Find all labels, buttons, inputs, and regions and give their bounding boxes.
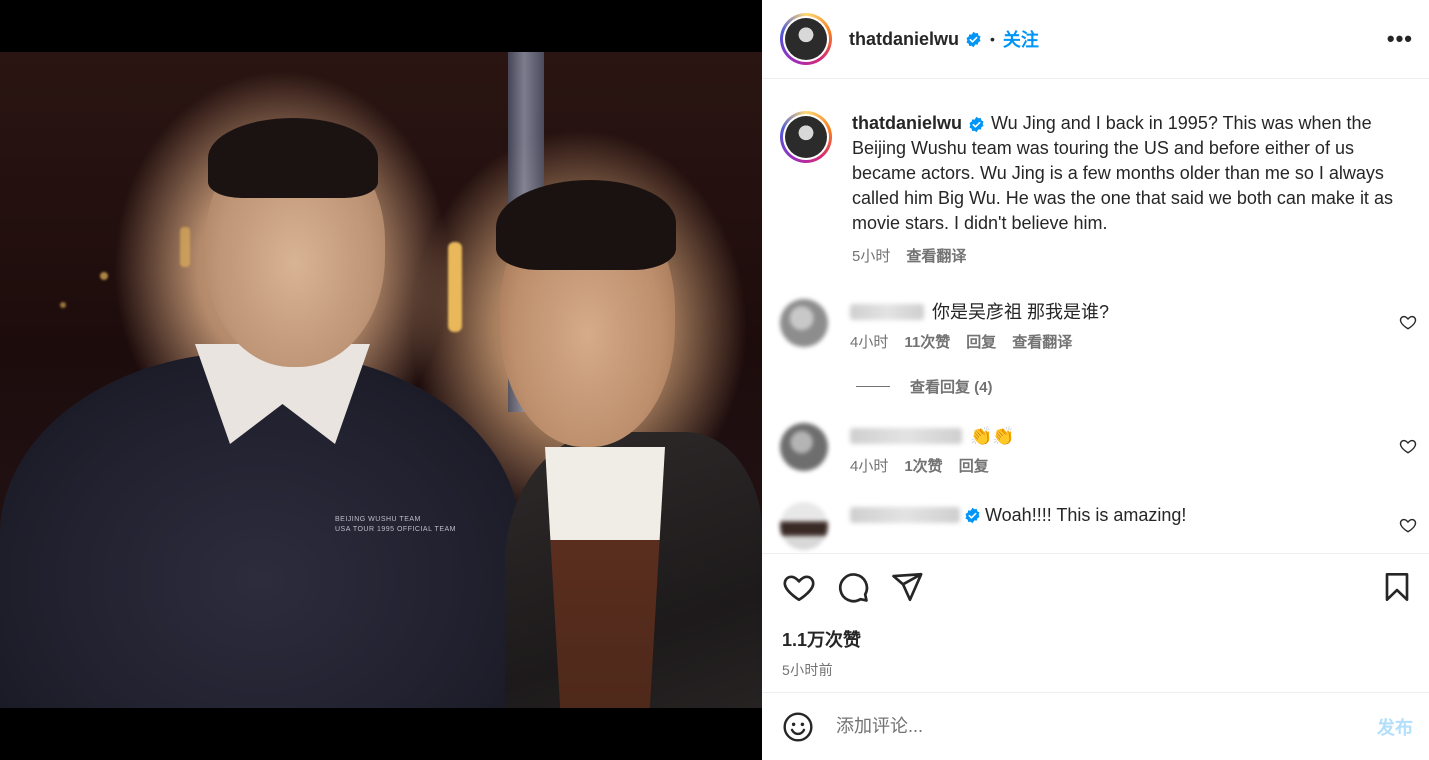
- bookmark-icon[interactable]: [1381, 571, 1413, 603]
- comment-like-heart-icon[interactable]: [1399, 516, 1417, 534]
- comment-translate-link[interactable]: 查看翻译: [1012, 331, 1072, 352]
- post-time: 5小时前: [782, 662, 833, 678]
- view-replies-label: 查看回复 (4): [910, 379, 993, 396]
- photo-person-right-hair: [496, 180, 676, 270]
- caption-time: 5小时: [852, 248, 891, 265]
- author-avatar[interactable]: [780, 13, 832, 65]
- photo-background-light: [100, 272, 108, 280]
- verified-badge-icon: [968, 116, 985, 133]
- comment-like-heart-icon[interactable]: [1399, 437, 1417, 455]
- photo-person-left-hair: [208, 118, 378, 198]
- more-horizontal-icon[interactable]: •••: [1387, 26, 1413, 52]
- comment-likes-count[interactable]: 1次赞: [904, 455, 942, 476]
- publish-button[interactable]: 发布: [1377, 714, 1413, 740]
- post-actions: 1.1万次赞 5小时前: [762, 553, 1429, 692]
- add-comment-bar: 发布: [762, 692, 1429, 760]
- comment-username-blurred[interactable]: [850, 428, 962, 444]
- post-photo[interactable]: BEIJING WUSHU TEAM USA TOUR 1995 OFFICIA…: [0, 52, 762, 708]
- separator-dot: •: [990, 31, 995, 47]
- view-replies-button[interactable]: 查看回复 (4): [762, 376, 1429, 397]
- heart-icon[interactable]: [782, 570, 816, 604]
- comment-reply-button[interactable]: 回复: [966, 331, 996, 352]
- photo-person-right-shirt: [545, 447, 665, 708]
- comment-likes-count[interactable]: 11次赞: [904, 331, 950, 352]
- comment-item: 👏👏 4小时 1次赞 回复: [762, 423, 1429, 476]
- view-replies-line: [856, 386, 890, 387]
- comment-username-blurred[interactable]: [850, 507, 960, 523]
- post-likes-count[interactable]: 1.1万次赞: [782, 626, 1413, 652]
- photo-jacket-print: BEIJING WUSHU TEAM USA TOUR 1995 OFFICIA…: [335, 516, 456, 533]
- comment-reply-button[interactable]: 回复: [959, 455, 989, 476]
- follow-button[interactable]: 关注: [1003, 26, 1039, 52]
- verified-badge-icon: [964, 507, 981, 524]
- comment-avatar[interactable]: [780, 423, 828, 471]
- comment-text: 你是吴彦祖 那我是谁?: [932, 302, 1110, 322]
- caption-author-avatar[interactable]: [780, 111, 832, 163]
- comment-like-heart-icon[interactable]: [1399, 313, 1417, 331]
- comment-text: 👏👏: [970, 426, 1015, 446]
- comment-avatar[interactable]: [780, 502, 828, 550]
- emoji-smile-icon[interactable]: [782, 711, 814, 743]
- photo-background-light: [180, 227, 190, 267]
- comment-time: 4小时: [850, 334, 889, 351]
- comment-item: 你是吴彦祖 那我是谁? 4小时 11次赞 回复 查看翻译: [762, 299, 1429, 352]
- author-username[interactable]: thatdanielwu: [849, 29, 959, 50]
- comment-text: Woah!!!! This is amazing!: [985, 505, 1187, 525]
- caption-translate-link[interactable]: 查看翻译: [906, 244, 966, 269]
- comment-bubble-icon[interactable]: [836, 570, 870, 604]
- caption-username[interactable]: thatdanielwu: [852, 113, 962, 133]
- comment-item: Woah!!!! This is amazing!: [762, 502, 1429, 550]
- photo-pane: BEIJING WUSHU TEAM USA TOUR 1995 OFFICIA…: [0, 0, 762, 760]
- comment-avatar[interactable]: [780, 299, 828, 347]
- paper-plane-icon[interactable]: [890, 570, 924, 604]
- verified-badge-icon: [965, 31, 982, 48]
- post-header: thatdanielwu • 关注 •••: [762, 0, 1429, 79]
- post-caption: thatdanielwu Wu Jing and I back in 1995? …: [762, 79, 1429, 269]
- photo-background-light: [448, 242, 462, 332]
- post-side-panel: thatdanielwu • 关注 ••• thatdanielwu Wu Jin…: [762, 0, 1429, 760]
- photo-background-light: [60, 302, 66, 308]
- instagram-post-modal: BEIJING WUSHU TEAM USA TOUR 1995 OFFICIA…: [0, 0, 1429, 760]
- comment-time: 4小时: [850, 458, 889, 475]
- comment-username-blurred[interactable]: [850, 304, 924, 320]
- comments-list[interactable]: thatdanielwu Wu Jing and I back in 1995? …: [762, 79, 1429, 553]
- add-comment-input[interactable]: [836, 716, 1377, 737]
